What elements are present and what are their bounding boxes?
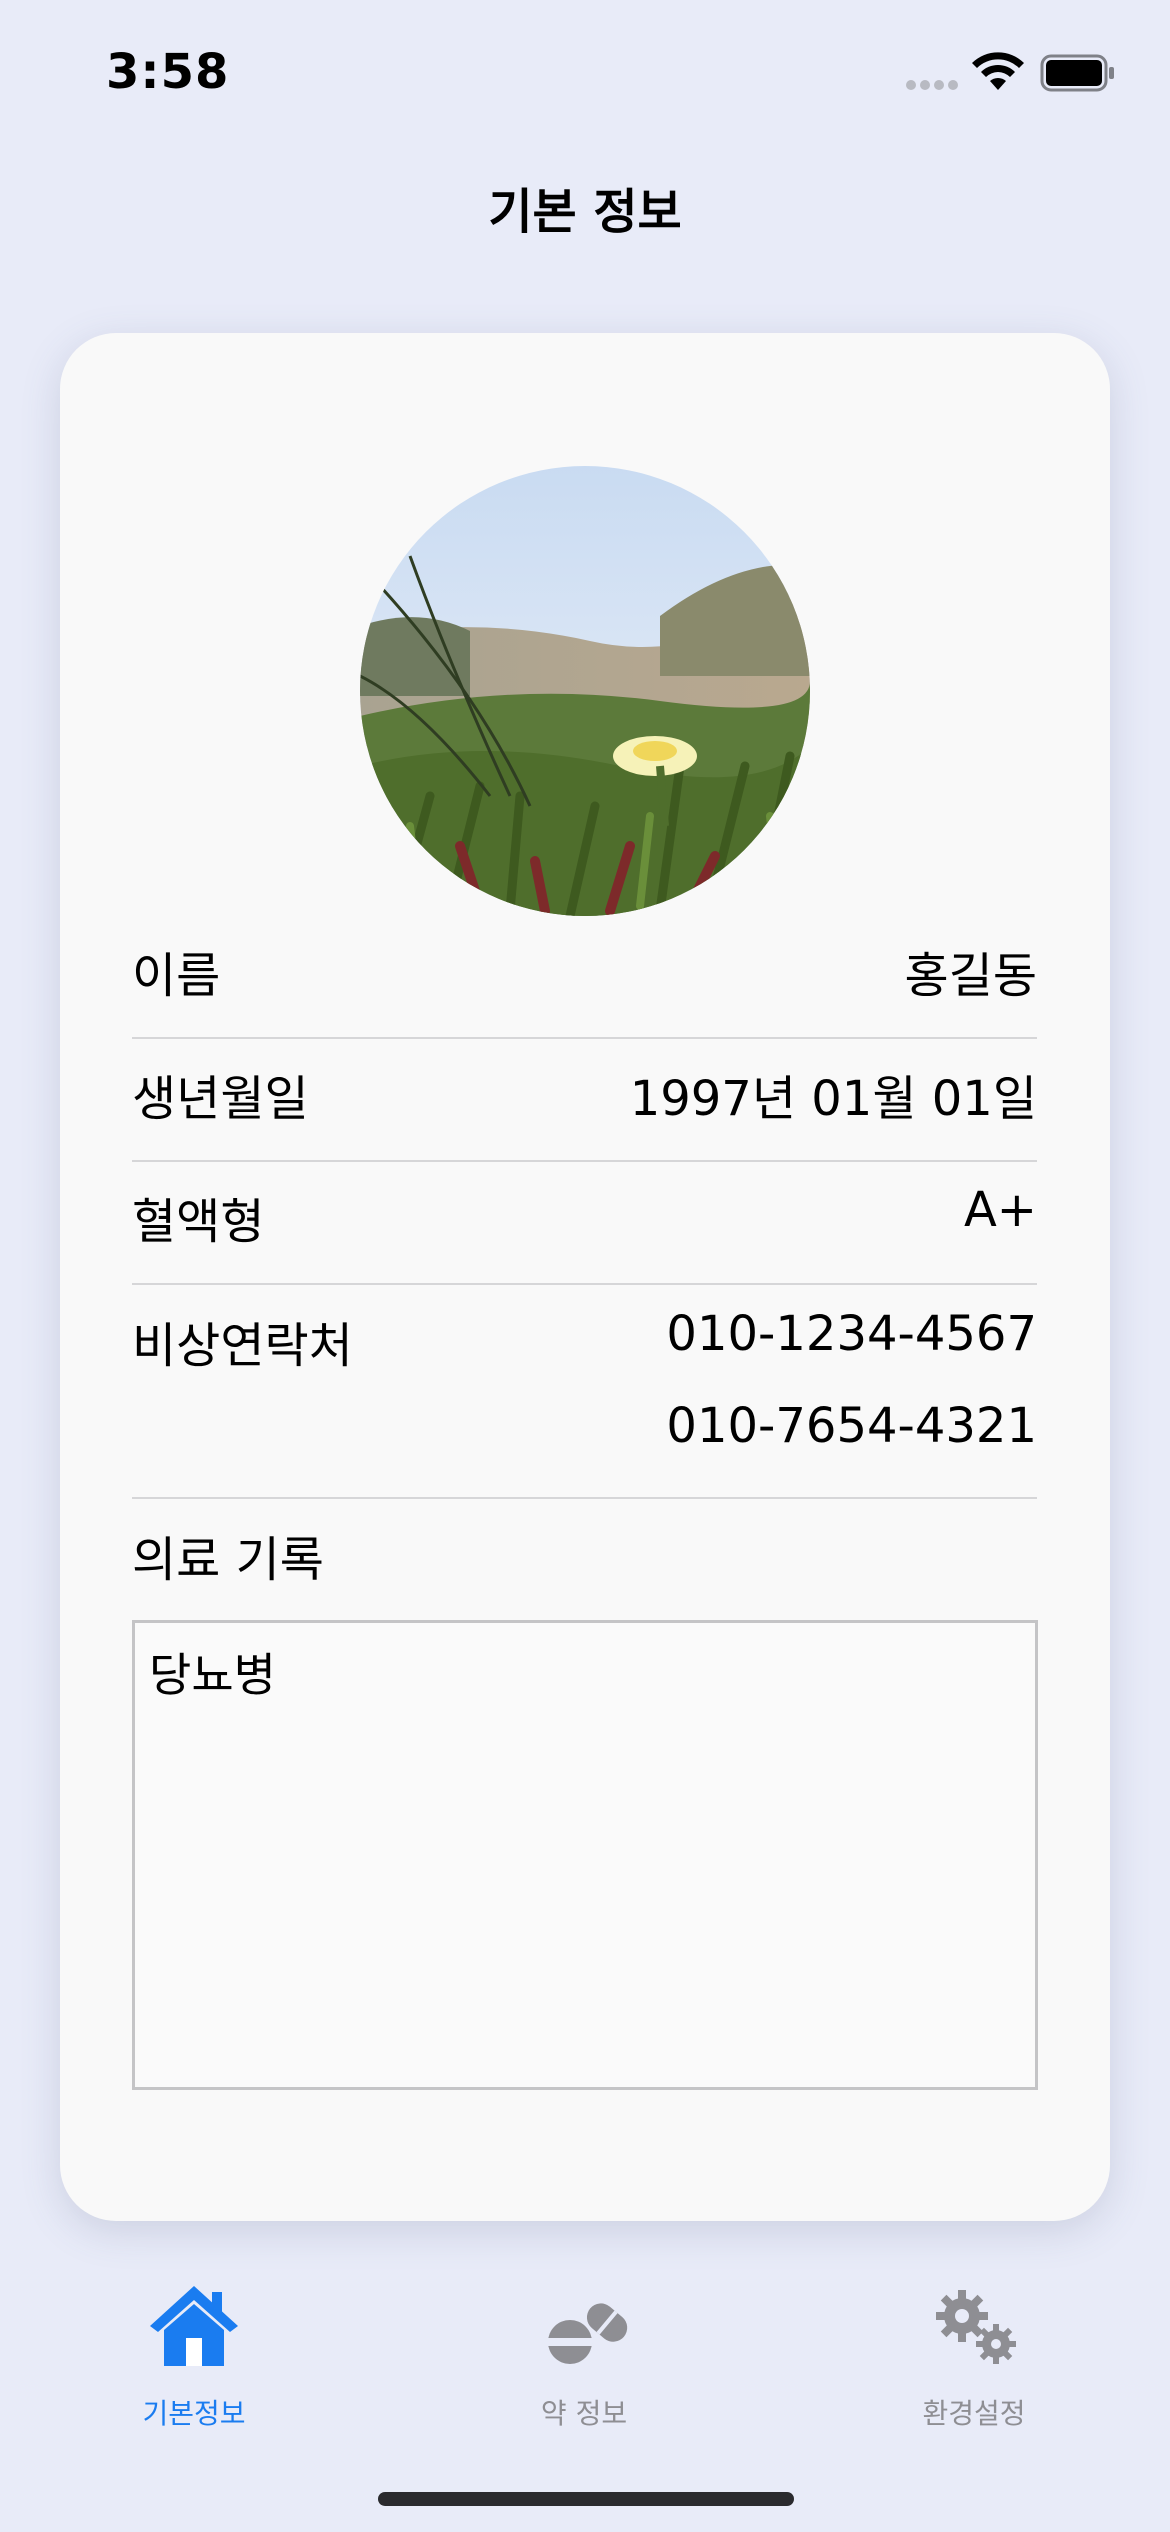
profile-photo-image [360, 466, 810, 916]
tab-bar: 기본정보 약 정보 환경설정 [0, 2280, 1170, 2440]
page-title: 기본 정보 [488, 184, 682, 240]
tab-medicine-info-label: 약 정보 [540, 2397, 628, 2430]
name-label: 이름 [132, 948, 221, 1004]
pills-icon [548, 2303, 628, 2364]
tab-basic-info-label: 기본정보 [142, 2397, 246, 2430]
home-indicator[interactable] [378, 2492, 794, 2506]
divider [132, 1283, 1037, 1285]
name-row: 이름 홍길동 [132, 936, 1037, 1004]
emergency-contact-label: 비상연락처 [132, 1318, 353, 1374]
emergency-contact-value-2[interactable]: 010-7654-4321 [666, 1398, 1037, 1454]
blood-type-label: 혈액형 [132, 1194, 265, 1250]
profile-photo[interactable] [360, 466, 810, 916]
divider [132, 1160, 1037, 1162]
blood-type-value: A+ [963, 1182, 1037, 1238]
medical-record-textarea[interactable]: 당뇨병 [132, 1620, 1038, 2090]
tab-settings[interactable]: 환경설정 [854, 2280, 1094, 2440]
birthdate-value: 1997년 01월 01일 [629, 1071, 1037, 1127]
gears-icon [936, 2290, 1016, 2364]
tab-medicine-info[interactable]: 약 정보 [464, 2280, 704, 2440]
emergency-contact-row: 비상연락처 010-1234-4567 010-7654-4321 [132, 1306, 1037, 1456]
status-bar: 3:58 [0, 0, 1170, 150]
blood-type-row: 혈액형 A+ [132, 1182, 1037, 1250]
tab-settings-label: 환경설정 [922, 2397, 1026, 2430]
profile-card: 이름 홍길동 생년월일 1997년 01월 01일 혈액형 A+ 비상연락처 0… [60, 333, 1110, 2221]
house-icon [150, 2286, 238, 2366]
status-time: 3:58 [106, 44, 230, 100]
cellular-signal-icon [906, 80, 958, 90]
divider [132, 1037, 1037, 1039]
name-value: 홍길동 [904, 948, 1037, 1004]
medical-record-label: 의료 기록 [132, 1532, 324, 1588]
emergency-contact-value-1[interactable]: 010-1234-4567 [666, 1306, 1037, 1362]
medical-record-text: 당뇨병 [149, 1648, 276, 1702]
wifi-icon [972, 52, 1024, 90]
battery-icon [1040, 54, 1114, 92]
tab-basic-info[interactable]: 기본정보 [74, 2280, 314, 2440]
divider [132, 1497, 1037, 1499]
birthdate-label: 생년월일 [132, 1071, 309, 1127]
birthdate-row: 생년월일 1997년 01월 01일 [132, 1059, 1037, 1127]
